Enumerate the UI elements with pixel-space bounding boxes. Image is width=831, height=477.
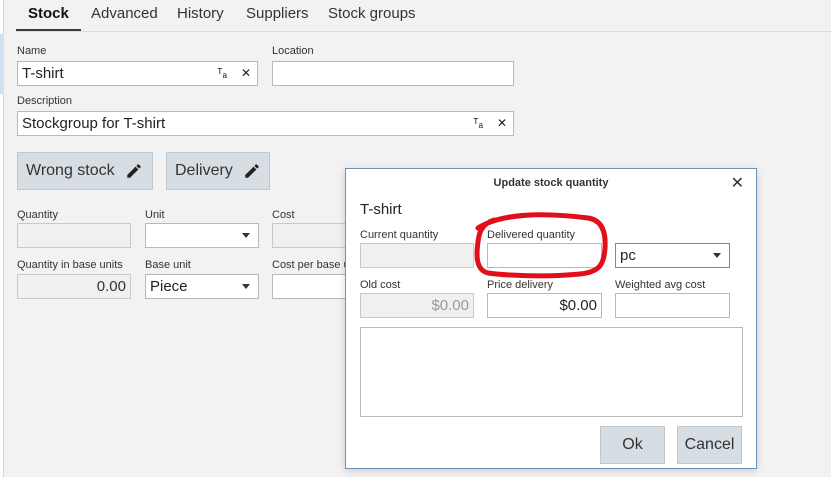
qty-base-value: 0.00 bbox=[96, 278, 126, 295]
dialog-title: Update stock quantity bbox=[493, 177, 609, 189]
tab-divider bbox=[16, 31, 831, 32]
translate-icon[interactable]: ᵀₐ bbox=[473, 112, 483, 135]
wrong-stock-button[interactable]: Wrong stock bbox=[17, 152, 153, 190]
delivery-label: Delivery bbox=[175, 162, 233, 179]
price-delivery-input[interactable]: $0.00 bbox=[487, 293, 602, 318]
dialog-heading: T-shirt bbox=[360, 201, 402, 218]
left-edge-strip bbox=[0, 0, 4, 477]
price-delivery-label: Price delivery bbox=[487, 279, 554, 291]
delivery-unit-select[interactable]: pc bbox=[615, 243, 730, 268]
pencil-icon bbox=[126, 164, 141, 178]
quantity-label: Quantity bbox=[17, 209, 58, 221]
old-cost-value: $0.00 bbox=[431, 297, 469, 314]
description-label: Description bbox=[17, 95, 73, 107]
tab-stock[interactable]: Stock bbox=[16, 0, 81, 32]
location-label: Location bbox=[272, 45, 314, 57]
cost-label: Cost bbox=[272, 209, 295, 221]
cost-base-field[interactable] bbox=[272, 274, 352, 299]
tab-bar: Stock Advanced History Suppliers Stock g… bbox=[16, 0, 831, 32]
description-value: Stockgroup for T-shirt bbox=[22, 115, 166, 132]
current-qty-label: Current quantity bbox=[360, 229, 439, 241]
ok-button[interactable]: Ok bbox=[600, 426, 665, 464]
cancel-button[interactable]: Cancel bbox=[677, 426, 742, 464]
unit-label: Unit bbox=[145, 209, 165, 221]
tab-stock-groups[interactable]: Stock groups bbox=[316, 0, 428, 32]
base-unit-value: Piece bbox=[150, 278, 188, 295]
close-icon[interactable]: ✕ bbox=[731, 173, 744, 193]
delivered-qty-label: Delivered quantity bbox=[487, 229, 576, 241]
price-delivery-value: $0.00 bbox=[559, 297, 597, 314]
name-label: Name bbox=[17, 45, 47, 57]
location-field[interactable] bbox=[272, 61, 514, 86]
clear-icon[interactable]: ✕ bbox=[497, 112, 507, 135]
quantity-field bbox=[17, 223, 131, 248]
pencil-icon bbox=[245, 164, 259, 178]
delivery-unit-value: pc bbox=[620, 247, 636, 264]
chevron-down-icon bbox=[242, 284, 250, 289]
delivered-qty-input[interactable] bbox=[487, 243, 602, 268]
base-unit-label: Base unit bbox=[145, 259, 191, 271]
clear-icon[interactable]: ✕ bbox=[241, 62, 251, 85]
translate-icon[interactable]: ᵀₐ bbox=[217, 62, 227, 85]
name-value: T-shirt bbox=[22, 65, 64, 82]
tab-history[interactable]: History bbox=[165, 0, 236, 32]
chevron-down-icon bbox=[242, 233, 250, 238]
base-unit-select[interactable]: Piece bbox=[145, 274, 259, 299]
current-qty-field bbox=[360, 243, 474, 268]
unit-select[interactable] bbox=[145, 223, 259, 248]
description-field[interactable]: Stockgroup for T-shirt ᵀₐ ✕ bbox=[17, 111, 514, 136]
update-stock-dialog: Update stock quantity ✕ T-shirt Current … bbox=[345, 168, 757, 469]
weighted-avg-field[interactable] bbox=[615, 293, 730, 318]
cost-base-label: Cost per base u bbox=[272, 259, 350, 271]
tab-suppliers[interactable]: Suppliers bbox=[234, 0, 321, 32]
left-edge-highlight bbox=[0, 34, 4, 94]
qty-base-label: Quantity in base units bbox=[17, 259, 123, 271]
name-field[interactable]: T-shirt ᵀₐ ✕ bbox=[17, 61, 258, 86]
wrong-stock-label: Wrong stock bbox=[26, 162, 115, 179]
old-cost-label: Old cost bbox=[360, 279, 401, 291]
weighted-avg-label: Weighted avg cost bbox=[615, 279, 706, 291]
notes-textarea[interactable] bbox=[360, 327, 743, 417]
chevron-down-icon bbox=[713, 253, 721, 258]
qty-base-field: 0.00 bbox=[17, 274, 131, 299]
tab-advanced[interactable]: Advanced bbox=[79, 0, 170, 32]
old-cost-field: $0.00 bbox=[360, 293, 474, 318]
delivery-button[interactable]: Delivery bbox=[166, 152, 270, 190]
cost-field bbox=[272, 223, 352, 248]
